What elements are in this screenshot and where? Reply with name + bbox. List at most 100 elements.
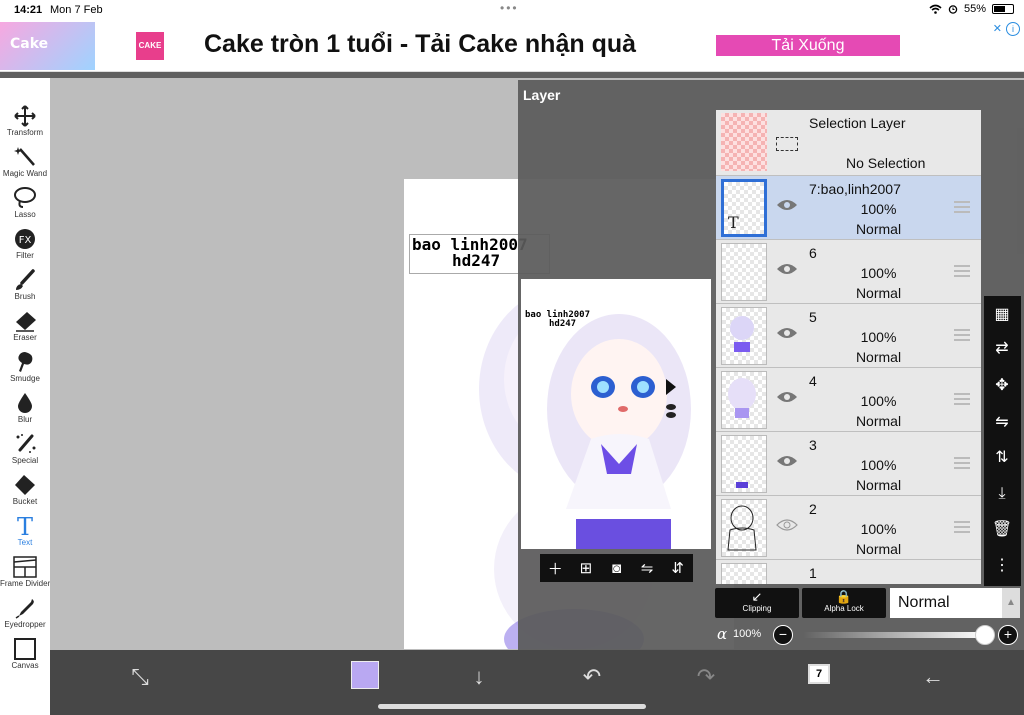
eye-icon[interactable] bbox=[776, 326, 798, 340]
blend-mode-select[interactable]: Normal bbox=[890, 588, 1002, 618]
arrow-down-icon[interactable]: ↓ bbox=[464, 662, 494, 692]
checkerboard-icon[interactable]: ▦ bbox=[991, 304, 1013, 326]
svg-text:FX: FX bbox=[19, 235, 32, 246]
tool-eraser[interactable]: Eraser bbox=[0, 307, 50, 348]
layer-row[interactable]: T 7:bao,linh2007 100% Normal bbox=[716, 176, 981, 240]
undo-icon[interactable]: ↶ bbox=[577, 662, 607, 692]
drag-handle-icon[interactable] bbox=[954, 457, 970, 469]
drag-handle-icon[interactable] bbox=[954, 265, 970, 277]
layer-thumb-art bbox=[736, 482, 748, 488]
tool-text[interactable]: T Text bbox=[0, 512, 50, 553]
alpha-lock-button[interactable]: 🔒 Alpha Lock bbox=[802, 588, 886, 618]
tool-eyedropper[interactable]: Eyedropper bbox=[0, 594, 50, 635]
blur-drop-icon bbox=[18, 393, 32, 413]
duplicate-layer-icon[interactable]: ⊞ bbox=[574, 559, 598, 577]
trash-icon[interactable]: 🗑 bbox=[991, 519, 1013, 541]
quick-transform-icon[interactable]: ⤡ bbox=[125, 662, 155, 692]
layer-row[interactable]: 4 100% Normal bbox=[716, 368, 981, 432]
flip-horizontal-icon[interactable]: ⇋ bbox=[991, 412, 1013, 434]
chevron-up-icon[interactable]: ▲ bbox=[1002, 588, 1020, 618]
tool-sidebar: Transform Magic Wand Lasso FX Filter Bru… bbox=[0, 78, 50, 715]
ad-logo: CAKE bbox=[136, 32, 164, 60]
opacity-row: α 100% − + bbox=[715, 623, 1021, 647]
status-bar: 14:21 Mon 7 Feb ••• 55% bbox=[0, 0, 1024, 20]
eraser-icon bbox=[16, 312, 36, 332]
ad-download-button[interactable]: Tải Xuống bbox=[716, 35, 900, 56]
layer-row[interactable]: 5 100% Normal bbox=[716, 304, 981, 368]
back-arrow-icon[interactable]: ← bbox=[918, 662, 948, 692]
layer-thumbnail: T bbox=[721, 179, 767, 237]
ad-headline[interactable]: Cake tròn 1 tuổi - Tải Cake nhận quà bbox=[204, 30, 636, 59]
plus-button[interactable]: + bbox=[998, 625, 1018, 645]
bucket-icon bbox=[15, 475, 35, 495]
tool-smudge[interactable]: Smudge bbox=[0, 348, 50, 389]
ad-thumbnail[interactable]: Cake bbox=[0, 22, 95, 70]
opacity-slider-knob[interactable] bbox=[975, 625, 995, 645]
layer-thumbnail bbox=[721, 371, 767, 429]
camera-icon[interactable]: ◙ bbox=[604, 560, 628, 577]
tool-lasso[interactable]: Lasso bbox=[0, 184, 50, 225]
ad-banner[interactable]: Cake CAKE Cake tròn 1 tuổi - Tải Cake nh… bbox=[0, 20, 1024, 72]
eye-icon[interactable] bbox=[776, 454, 798, 468]
tool-frame-divider[interactable]: Frame Divider bbox=[0, 553, 50, 594]
add-layer-icon[interactable]: ＋ bbox=[543, 558, 567, 579]
drag-handle-icon[interactable] bbox=[954, 521, 970, 533]
layer-row[interactable]: 2 100% Normal bbox=[716, 496, 981, 560]
transfer-layer-icon[interactable]: ⇄ bbox=[991, 338, 1013, 360]
app-root: 14:21 Mon 7 Feb ••• 55% Cake CAKE Cake t… bbox=[0, 0, 1024, 715]
ad-close-icon[interactable]: ✕ bbox=[993, 22, 1002, 35]
opacity-slider[interactable] bbox=[803, 632, 985, 638]
layer-name: 6 bbox=[809, 245, 817, 261]
merge-down-icon[interactable]: ⤓ bbox=[991, 483, 1013, 505]
tool-magic-wand[interactable]: Magic Wand bbox=[0, 143, 50, 184]
selection-layer-row[interactable]: Selection Layer No Selection bbox=[716, 110, 981, 176]
preview-text: bao linh2007 hd247 bbox=[525, 311, 590, 329]
layer-blend: Normal bbox=[855, 413, 902, 429]
drag-handle-icon[interactable] bbox=[954, 393, 970, 405]
tool-filter[interactable]: FX Filter bbox=[0, 225, 50, 266]
clipping-button[interactable]: ↙ Clipping bbox=[715, 588, 799, 618]
layer-blend: Normal bbox=[855, 221, 902, 237]
tool-special[interactable]: Special bbox=[0, 430, 50, 471]
layer-opacity: 100% bbox=[860, 329, 897, 345]
frame-divider-icon bbox=[13, 556, 37, 578]
redo-icon[interactable]: ↷ bbox=[691, 662, 721, 692]
move-layer-icon[interactable]: ✥ bbox=[991, 375, 1013, 397]
eye-icon[interactable] bbox=[776, 518, 798, 532]
battery-icon bbox=[992, 4, 1014, 14]
tool-blur[interactable]: Blur bbox=[0, 389, 50, 430]
flip-vertical-icon[interactable]: ⇵ bbox=[666, 559, 690, 577]
drag-handle-icon[interactable] bbox=[954, 329, 970, 341]
tool-bucket[interactable]: Bucket bbox=[0, 471, 50, 512]
eye-icon[interactable] bbox=[776, 390, 798, 404]
more-options-icon[interactable]: ⋮ bbox=[991, 555, 1013, 577]
minus-button[interactable]: − bbox=[773, 625, 793, 645]
drag-handle-icon[interactable] bbox=[954, 201, 970, 213]
multitasking-dots-icon[interactable]: ••• bbox=[500, 1, 519, 15]
layer-row[interactable]: 3 100% Normal bbox=[716, 432, 981, 496]
layer-name: 2 bbox=[809, 501, 817, 517]
layer-blend: Normal bbox=[855, 477, 902, 493]
fx-icon: FX bbox=[15, 229, 35, 249]
tool-brush[interactable]: Brush bbox=[0, 266, 50, 307]
layer-list[interactable]: Selection Layer No Selection T 7:bao,lin… bbox=[716, 110, 981, 584]
tool-label: Brush bbox=[14, 292, 36, 301]
status-date: Mon 7 Feb bbox=[50, 4, 103, 16]
wifi-icon bbox=[929, 4, 942, 14]
tool-label: Transform bbox=[6, 128, 44, 137]
layer-row[interactable]: 1 bbox=[716, 560, 981, 584]
tool-transform[interactable]: Transform bbox=[0, 102, 50, 143]
canvas-preview[interactable]: bao linh2007 hd247 bbox=[521, 279, 711, 549]
tool-label: Frame Divider bbox=[0, 579, 51, 588]
flip-vertical-icon[interactable]: ⇅ bbox=[991, 447, 1013, 469]
eye-icon[interactable] bbox=[776, 198, 798, 212]
layer-thumbnail bbox=[721, 113, 767, 171]
layers-button[interactable]: 7 bbox=[808, 664, 830, 684]
tool-canvas[interactable]: Canvas bbox=[0, 635, 50, 676]
current-color-swatch[interactable] bbox=[351, 661, 379, 689]
layer-row[interactable]: 6 100% Normal bbox=[716, 240, 981, 304]
eye-icon[interactable] bbox=[776, 262, 798, 276]
flip-horizontal-icon[interactable]: ⇋ bbox=[635, 559, 659, 577]
brush-icon bbox=[16, 269, 35, 290]
ad-info-icon[interactable]: i bbox=[1006, 22, 1020, 36]
